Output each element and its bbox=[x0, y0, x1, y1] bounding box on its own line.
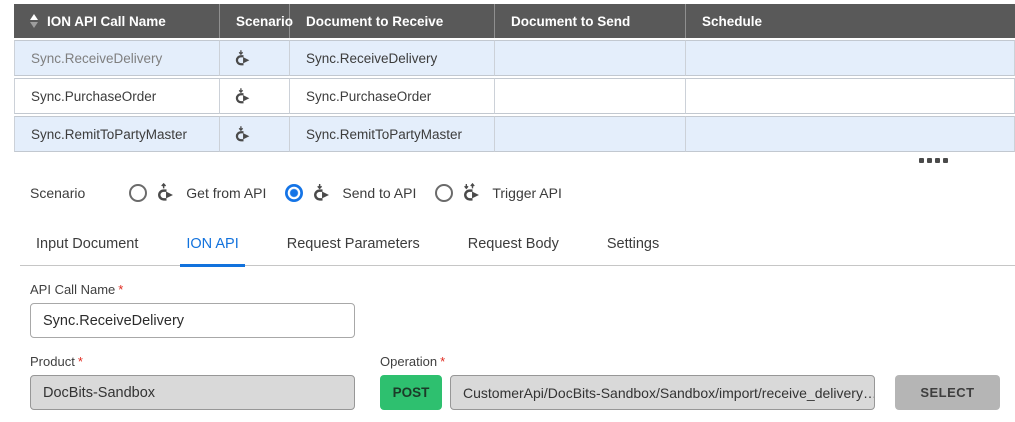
cell-ion-api-call-name[interactable]: Sync.RemitToPartyMaster bbox=[14, 116, 220, 152]
api-mapping-table: ION API Call Name Scenario Document to R… bbox=[14, 2, 1015, 154]
scenario-label: Scenario bbox=[30, 185, 85, 201]
tab-input-document[interactable]: Input Document bbox=[30, 226, 144, 267]
radio-option-label: Trigger API bbox=[492, 185, 562, 201]
radio-unselected[interactable] bbox=[435, 184, 453, 202]
http-method-badge: POST bbox=[380, 375, 442, 410]
column-header-document-to-send[interactable]: Document to Send bbox=[495, 4, 686, 38]
cell-scenario[interactable] bbox=[220, 40, 290, 76]
cell-ion-api-call-name[interactable]: Sync.ReceiveDelivery bbox=[14, 40, 220, 76]
trigger-api-icon bbox=[462, 183, 483, 202]
api-call-name-input[interactable]: Sync.ReceiveDelivery bbox=[30, 303, 355, 338]
radio-option-label: Send to API bbox=[342, 185, 416, 201]
column-header-document-to-receive[interactable]: Document to Receive bbox=[290, 4, 495, 38]
column-header-label: ION API Call Name bbox=[47, 14, 166, 29]
send-to-api-icon bbox=[234, 87, 253, 105]
cell-document-to-send[interactable] bbox=[495, 78, 686, 114]
column-header-scenario[interactable]: Scenario bbox=[220, 4, 290, 38]
required-asterisk: * bbox=[78, 354, 83, 369]
scenario-radio-group: Scenario Get from API Send to API Trigge… bbox=[30, 183, 1015, 202]
send-to-api-icon bbox=[234, 125, 253, 143]
radio-option-trigger-api[interactable]: Trigger API bbox=[435, 183, 562, 202]
send-to-api-icon bbox=[312, 183, 333, 202]
cell-scenario[interactable] bbox=[220, 78, 290, 114]
cell-schedule[interactable] bbox=[686, 78, 1015, 114]
required-asterisk: * bbox=[118, 282, 123, 297]
radio-option-get-from-api[interactable]: Get from API bbox=[129, 183, 266, 202]
operation-field-group: Operation* POST CustomerApi/DocBits-Sand… bbox=[380, 338, 1000, 410]
cell-schedule[interactable] bbox=[686, 40, 1015, 76]
send-to-api-icon bbox=[234, 49, 253, 67]
resize-grip[interactable] bbox=[919, 158, 1015, 163]
ion-api-form: API Call Name* Sync.ReceiveDelivery Prod… bbox=[30, 282, 1015, 410]
api-call-name-label: API Call Name* bbox=[30, 282, 1015, 297]
radio-unselected[interactable] bbox=[129, 184, 147, 202]
tab-bar: Input Document ION API Request Parameter… bbox=[20, 226, 1015, 266]
cell-document-to-send[interactable] bbox=[495, 40, 686, 76]
select-operation-button[interactable]: SELECT bbox=[895, 375, 1000, 410]
cell-schedule[interactable] bbox=[686, 116, 1015, 152]
column-header-schedule[interactable]: Schedule bbox=[686, 4, 1015, 38]
radio-selected[interactable] bbox=[285, 184, 303, 202]
product-field-group: Product* DocBits-Sandbox bbox=[30, 338, 355, 410]
operation-label: Operation* bbox=[380, 354, 1000, 369]
radio-option-send-to-api[interactable]: Send to API bbox=[285, 183, 416, 202]
cell-ion-api-call-name[interactable]: Sync.PurchaseOrder bbox=[14, 78, 220, 114]
table-row[interactable]: Sync.PurchaseOrder Sync.PurchaseOrder bbox=[14, 78, 1015, 114]
cell-document-to-receive[interactable]: Sync.PurchaseOrder bbox=[290, 78, 495, 114]
product-label: Product* bbox=[30, 354, 355, 369]
cell-document-to-send[interactable] bbox=[495, 116, 686, 152]
tab-ion-api[interactable]: ION API bbox=[180, 226, 244, 267]
cell-scenario[interactable] bbox=[220, 116, 290, 152]
required-asterisk: * bbox=[440, 354, 445, 369]
get-from-api-icon bbox=[156, 183, 177, 202]
cell-document-to-receive[interactable]: Sync.ReceiveDelivery bbox=[290, 40, 495, 76]
cell-document-to-receive[interactable]: Sync.RemitToPartyMaster bbox=[290, 116, 495, 152]
tab-request-body[interactable]: Request Body bbox=[462, 226, 565, 267]
sort-icon[interactable] bbox=[30, 14, 38, 28]
radio-option-label: Get from API bbox=[186, 185, 266, 201]
tab-settings[interactable]: Settings bbox=[601, 226, 665, 267]
operation-path-input: CustomerApi/DocBits-Sandbox/Sandbox/impo… bbox=[450, 375, 875, 410]
table-row[interactable]: Sync.ReceiveDelivery Sync.ReceiveDeliver… bbox=[14, 40, 1015, 76]
tab-request-parameters[interactable]: Request Parameters bbox=[281, 226, 426, 267]
product-input: DocBits-Sandbox bbox=[30, 375, 355, 410]
column-header-ion-api-call-name[interactable]: ION API Call Name bbox=[14, 4, 220, 38]
table-header-row: ION API Call Name Scenario Document to R… bbox=[14, 4, 1015, 38]
table-row[interactable]: Sync.RemitToPartyMaster Sync.RemitToPart… bbox=[14, 116, 1015, 152]
